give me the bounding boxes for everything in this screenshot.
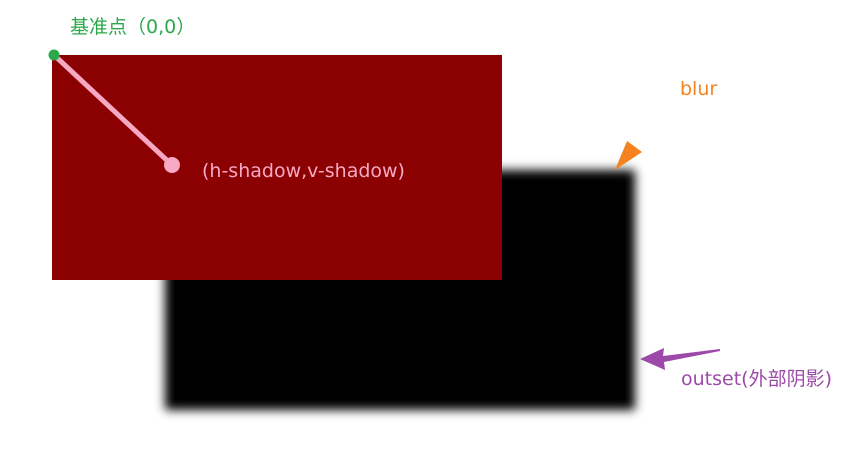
- origin-label: 基准点（0,0）: [70, 16, 196, 38]
- outset-label: outset(外部阴影): [681, 368, 832, 390]
- offset-marker-icon: [164, 157, 180, 173]
- offset-label: (h-shadow,v-shadow): [202, 160, 405, 182]
- outset-arrow-icon: [640, 348, 720, 370]
- blur-label: blur: [680, 78, 718, 100]
- box-shadow-diagram: 基准点（0,0） (h-shadow,v-shadow) blur outset…: [0, 0, 856, 459]
- blur-arrow-icon: [615, 102, 669, 170]
- origin-marker-icon: [48, 49, 60, 61]
- annotation-overlay: [48, 49, 720, 370]
- offset-vector-line: [51, 52, 175, 168]
